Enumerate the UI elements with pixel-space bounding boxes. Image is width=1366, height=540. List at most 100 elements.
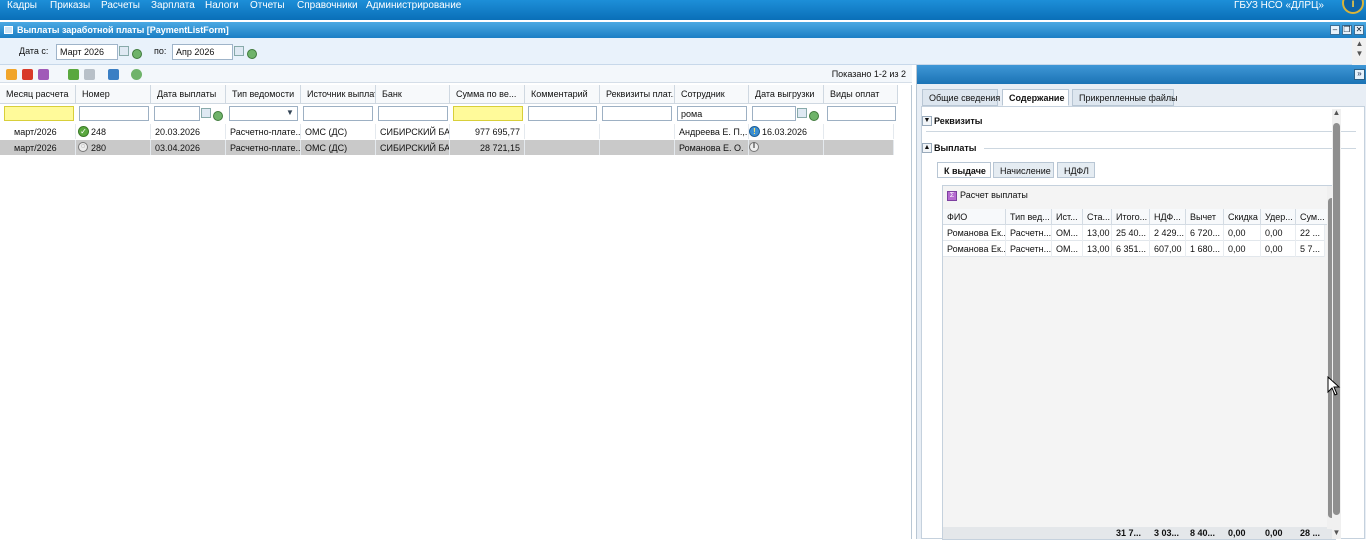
- printer-icon[interactable]: [108, 69, 119, 80]
- filter-paydate-input[interactable]: [154, 106, 200, 121]
- column-header[interactable]: ФИО: [943, 209, 1006, 225]
- window-title: Выплаты заработной платы [PaymentListFor…: [17, 25, 229, 35]
- refresh-date-icon[interactable]: [213, 111, 223, 121]
- calendar-icon[interactable]: [119, 46, 129, 56]
- refresh-date-icon[interactable]: [247, 49, 257, 59]
- scroll-up-icon[interactable]: ▲: [1332, 109, 1341, 117]
- payments-grid: Месяц расчета Номер Дата выплаты Тип вед…: [0, 85, 912, 539]
- expand-section-icon[interactable]: ▲: [922, 143, 932, 153]
- close-icon[interactable]: ✕: [1354, 25, 1364, 35]
- tab-content[interactable]: Содержание: [1002, 89, 1069, 106]
- column-header[interactable]: Сотрудник: [675, 85, 749, 103]
- calendar-icon[interactable]: [797, 108, 807, 118]
- calculator-icon: Σ: [947, 191, 957, 201]
- scroll-down-icon[interactable]: ▼: [1332, 529, 1341, 537]
- column-header[interactable]: Комментарий: [525, 85, 600, 103]
- calendar-icon[interactable]: [201, 108, 211, 118]
- menu-item-raschety[interactable]: Расчеты: [101, 0, 140, 11]
- column-header[interactable]: Итого...: [1112, 209, 1150, 225]
- section-divider: [926, 131, 1356, 132]
- scroll-thumb[interactable]: [1333, 123, 1340, 515]
- filter-employee-input[interactable]: рома: [677, 106, 747, 121]
- table-row[interactable]: март/2026 ◌ 280 03.04.2026 Расчетно-плат…: [0, 140, 894, 155]
- filter-bank-input[interactable]: [378, 106, 448, 121]
- section-payments[interactable]: ▲ Выплаты: [922, 143, 976, 153]
- column-header[interactable]: Дата выгрузки: [749, 85, 824, 103]
- table-row[interactable]: Романова Ек... Расчетн... ОМ... 13,00 25…: [943, 225, 1325, 241]
- payments-subgrid: Σ Расчет выплаты ФИО Тип вед... Ист... С…: [942, 185, 1337, 540]
- table-row[interactable]: Романова Ек... Расчетн... ОМ... 13,00 6 …: [943, 241, 1325, 257]
- content-area: ▼ Реквизиты ▲ Выплаты К выдаче Начислени…: [921, 106, 1365, 540]
- date-from-input[interactable]: Март 2026: [56, 44, 118, 60]
- minimize-icon[interactable]: –: [1330, 25, 1340, 35]
- scroll-down-icon[interactable]: ▼: [1355, 50, 1364, 58]
- grid-toolbar: Показано 1-2 из 2: [0, 65, 912, 83]
- date-to-input[interactable]: Апр 2026: [172, 44, 233, 60]
- date-to-label: по:: [154, 46, 167, 56]
- column-header[interactable]: Банк: [376, 85, 450, 103]
- tab-general[interactable]: Общие сведения: [922, 89, 1000, 106]
- section-requisites[interactable]: ▼ Реквизиты: [922, 116, 982, 126]
- column-header[interactable]: Тип вед...: [1006, 209, 1052, 225]
- column-header[interactable]: Скидка: [1224, 209, 1261, 225]
- restore-icon[interactable]: ❐: [1342, 25, 1352, 35]
- menu-item-zarplata[interactable]: Зарплата: [151, 0, 195, 11]
- chevron-down-icon[interactable]: ▼: [286, 108, 294, 117]
- refresh-icon[interactable]: [131, 69, 142, 80]
- column-header[interactable]: Тип ведомости: [226, 85, 301, 103]
- filter-number-input[interactable]: [79, 106, 149, 121]
- mail-icon[interactable]: [84, 69, 95, 80]
- column-header[interactable]: Сумма по ве...: [450, 85, 525, 103]
- filter-paytypes-input[interactable]: [827, 106, 896, 121]
- menu-item-kadry[interactable]: Кадры: [7, 0, 37, 11]
- column-header[interactable]: Вычет: [1186, 209, 1224, 225]
- column-header[interactable]: Номер: [76, 85, 151, 103]
- subtab-accrual[interactable]: Начисление: [993, 162, 1054, 178]
- column-header[interactable]: Реквизиты плат...: [600, 85, 675, 103]
- filter-month-input[interactable]: [4, 106, 74, 121]
- date-from-label: Дата с:: [19, 46, 49, 56]
- filter-export-date-input[interactable]: [752, 106, 796, 121]
- tab-attached-files[interactable]: Прикрепленные файлы: [1072, 89, 1178, 106]
- table-row[interactable]: март/2026 ✓ 248 20.03.2026 Расчетно-плат…: [0, 124, 894, 139]
- filter-comment-input[interactable]: [528, 106, 597, 121]
- organization-logo-icon: i: [1342, 0, 1364, 14]
- column-header[interactable]: Дата выплаты: [151, 85, 226, 103]
- column-header[interactable]: Удер...: [1261, 209, 1296, 225]
- column-header[interactable]: Месяц расчета: [0, 85, 76, 103]
- menu-item-prikazy[interactable]: Приказы: [50, 0, 90, 11]
- column-header[interactable]: Виды оплат: [824, 85, 898, 103]
- print-icon[interactable]: [38, 69, 49, 80]
- content-scrollbar[interactable]: ▲ ▼: [1332, 109, 1341, 539]
- scroll-up-icon[interactable]: ▲: [1355, 40, 1364, 48]
- records-count: Показано 1-2 из 2: [831, 69, 906, 79]
- organization-name: ГБУЗ НСО «ДЛРЦ»: [1233, 0, 1324, 11]
- mouse-cursor-icon: [1327, 376, 1341, 396]
- export-icon[interactable]: [68, 69, 79, 80]
- menu-item-otchety[interactable]: Отчеты: [250, 0, 285, 11]
- delete-icon[interactable]: [22, 69, 33, 80]
- refresh-date-icon[interactable]: [809, 111, 819, 121]
- menu-item-administrirovanie[interactable]: Администрирование: [366, 0, 461, 11]
- refresh-date-icon[interactable]: [132, 49, 142, 59]
- filter-source-input[interactable]: [303, 106, 373, 121]
- calendar-icon[interactable]: [234, 46, 244, 56]
- menu-item-spravochniki[interactable]: Справочники: [297, 0, 358, 11]
- column-header[interactable]: Источник выплат: [301, 85, 376, 103]
- filter-sum-input[interactable]: [453, 106, 523, 121]
- detail-panel: » Общие сведения Содержание Прикрепленны…: [916, 65, 1366, 540]
- collapse-icon[interactable]: ▼: [922, 116, 932, 126]
- column-header[interactable]: НДФ...: [1150, 209, 1186, 225]
- expand-icon[interactable]: »: [1354, 69, 1365, 80]
- calc-payment-button[interactable]: Σ Расчет выплаты: [947, 190, 1028, 201]
- column-header[interactable]: Ист...: [1052, 209, 1083, 225]
- window-icon: [4, 26, 13, 34]
- filter-requisites-input[interactable]: [602, 106, 672, 121]
- subtab-ndfl[interactable]: НДФЛ: [1057, 162, 1095, 178]
- page-scrollbar[interactable]: ▲ ▼: [1352, 38, 1366, 65]
- filter-row: ▼ рома: [0, 104, 898, 124]
- edit-icon[interactable]: [6, 69, 17, 80]
- menu-item-nalogi[interactable]: Налоги: [205, 0, 239, 11]
- column-header[interactable]: Ста...: [1083, 209, 1112, 225]
- subtab-to-pay[interactable]: К выдаче: [937, 162, 991, 178]
